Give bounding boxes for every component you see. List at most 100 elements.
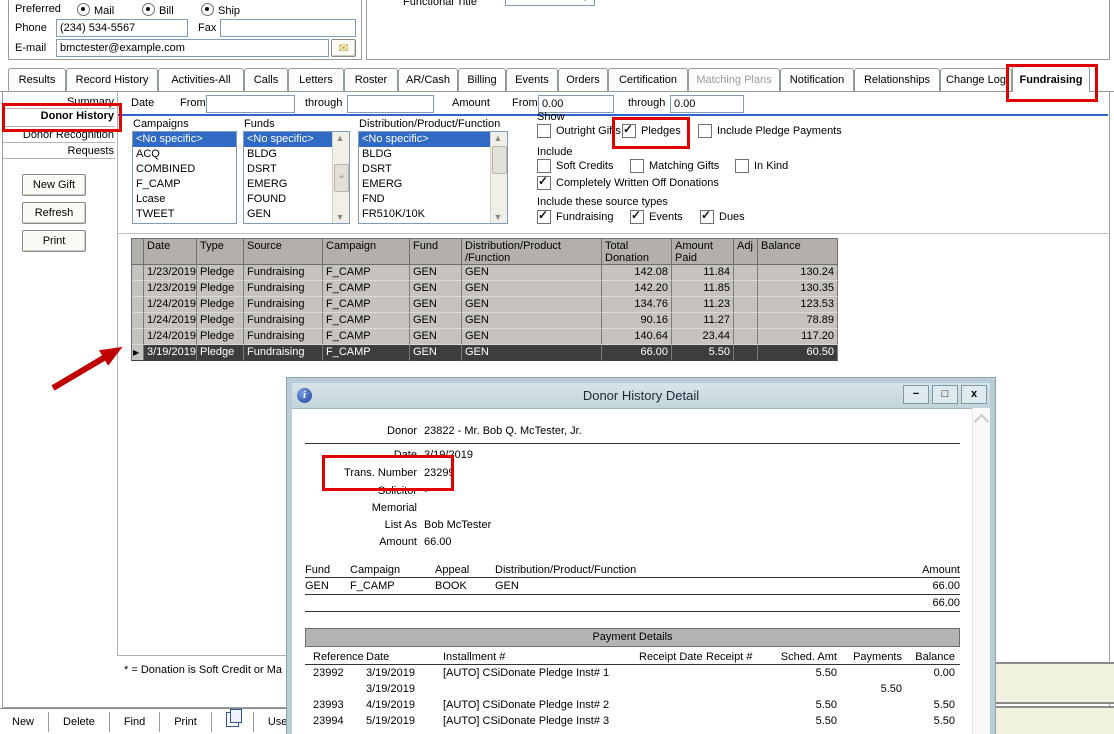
checkbox-icon[interactable]: ✓ <box>630 210 644 224</box>
list-item[interactable]: <No specific> <box>244 132 333 147</box>
checkbox-pledges[interactable]: ✓Pledges <box>622 124 681 138</box>
refresh-button[interactable]: Refresh <box>22 202 86 224</box>
row-selector[interactable] <box>132 297 144 313</box>
checkbox-icon[interactable]: ✓ <box>630 159 644 173</box>
chevron-down-icon[interactable]: ▼ <box>581 0 589 3</box>
list-item[interactable]: FR510K/5K <box>359 222 491 224</box>
list-item[interactable]: ACQ <box>133 147 236 162</box>
tab-events[interactable]: Events <box>506 68 558 92</box>
tab-notification[interactable]: Notification <box>780 68 854 92</box>
list-item[interactable]: COMBINED <box>133 162 236 177</box>
row-selector[interactable] <box>132 313 144 329</box>
maximize-button[interactable]: □ <box>932 385 958 404</box>
amount-through-field[interactable] <box>670 95 744 113</box>
checkbox-icon[interactable]: ✓ <box>537 124 551 138</box>
column-header[interactable]: Type <box>197 239 244 265</box>
fax-field[interactable] <box>220 19 356 37</box>
column-header[interactable]: Adj <box>734 239 758 265</box>
checkbox-dues[interactable]: ✓Dues <box>700 210 745 224</box>
radio-icon[interactable] <box>201 3 214 16</box>
checkbox-icon[interactable]: ✓ <box>537 176 551 190</box>
row-selector[interactable] <box>132 265 144 281</box>
column-header[interactable]: Fund <box>410 239 462 265</box>
checkbox-icon[interactable]: ✓ <box>700 210 714 224</box>
print-button[interactable]: Print <box>22 230 86 252</box>
minimize-button[interactable]: − <box>903 385 929 404</box>
list-item[interactable]: TWEET <box>133 207 236 222</box>
tab-relationships[interactable]: Relationships <box>854 68 940 92</box>
list-item[interactable]: FND <box>359 192 491 207</box>
delete-record-button[interactable]: Delete <box>51 712 107 732</box>
column-header[interactable]: Total Donation <box>602 239 672 265</box>
list-item[interactable]: Lcase <box>133 192 236 207</box>
scroll-thumb[interactable]: ≡ <box>334 164 349 192</box>
radio-icon[interactable] <box>77 3 90 16</box>
list-item[interactable]: DSRT <box>359 162 491 177</box>
column-header[interactable]: Distribution/Product /Function <box>462 239 602 265</box>
sidebar-item-donor-history[interactable]: Donor History <box>41 110 114 122</box>
dialog-scrollbar[interactable] <box>972 408 990 734</box>
checkbox-icon[interactable]: ✓ <box>537 210 551 224</box>
tab-results[interactable]: Results <box>8 68 66 92</box>
sidebar-item-summary[interactable]: Summary <box>67 96 114 108</box>
radio-icon[interactable] <box>142 3 155 16</box>
dialog-titlebar[interactable]: i Donor History Detail − □ x <box>292 383 990 409</box>
checkbox-icon[interactable]: ✓ <box>698 124 712 138</box>
tab-change-log[interactable]: Change Log <box>940 68 1012 92</box>
new-record-button[interactable]: New <box>0 712 46 732</box>
checkbox-completely-written-off[interactable]: ✓Completely Written Off Donations <box>537 176 719 190</box>
phone-field[interactable] <box>56 19 188 37</box>
row-selector[interactable] <box>132 329 144 345</box>
row-selector-arrow-icon[interactable]: ▶ <box>132 345 144 361</box>
list-item[interactable]: <No specific> <box>359 132 491 147</box>
list-item[interactable]: BLDG <box>244 147 333 162</box>
list-item[interactable]: EMERG <box>359 177 491 192</box>
column-header[interactable]: Amount Paid <box>672 239 734 265</box>
list-item[interactable]: BLDG <box>359 147 491 162</box>
date-from-field[interactable] <box>206 95 295 113</box>
checkbox-events[interactable]: ✓Events <box>630 210 683 224</box>
scrollbar[interactable]: ▲ ≡ ▼ <box>332 132 349 223</box>
find-button[interactable]: Find <box>112 712 157 732</box>
close-button[interactable]: x <box>961 385 987 404</box>
list-item[interactable]: DSRT <box>244 162 333 177</box>
list-item[interactable]: <No specific> <box>133 132 236 147</box>
list-item[interactable]: GEN <box>244 207 333 222</box>
row-selector[interactable] <box>132 281 144 297</box>
checkbox-icon[interactable]: ✓ <box>735 159 749 173</box>
checkbox-fundraising[interactable]: ✓Fundraising <box>537 210 613 224</box>
list-item[interactable]: FR510K/10K <box>359 207 491 222</box>
sidebar-item-requests[interactable]: Requests <box>68 145 114 157</box>
checkbox-icon[interactable]: ✓ <box>622 124 636 138</box>
checkbox-include-pledge-payments[interactable]: ✓Include Pledge Payments <box>698 124 842 138</box>
scroll-down-icon[interactable]: ▼ <box>493 212 503 222</box>
tab-calls[interactable]: Calls <box>244 68 288 92</box>
tab-roster[interactable]: Roster <box>344 68 398 92</box>
campaigns-listbox[interactable]: <No specific> ACQ COMBINED F_CAMP Lcase … <box>132 131 237 224</box>
tab-letters[interactable]: Letters <box>288 68 344 92</box>
tab-orders[interactable]: Orders <box>558 68 608 92</box>
email-field[interactable] <box>56 39 329 57</box>
preferred-radio-mail[interactable]: Mail <box>77 3 114 17</box>
preferred-radio-ship[interactable]: Ship <box>201 3 240 17</box>
list-item[interactable]: EMERG <box>244 177 333 192</box>
scroll-up-icon[interactable]: ▲ <box>335 133 345 143</box>
checkbox-icon[interactable]: ✓ <box>537 159 551 173</box>
column-header[interactable]: Date <box>144 239 197 265</box>
checkbox-matching-gifts[interactable]: ✓Matching Gifts <box>630 159 719 173</box>
preferred-radio-bill[interactable]: Bill <box>142 3 174 17</box>
funds-listbox[interactable]: <No specific> BLDG DSRT EMERG FOUND GEN … <box>243 131 350 224</box>
scroll-up-icon[interactable]: ▲ <box>493 133 503 143</box>
tab-activities-all[interactable]: Activities-All <box>158 68 244 92</box>
tab-fundraising[interactable]: Fundraising <box>1012 66 1090 92</box>
scroll-down-icon[interactable]: ▼ <box>335 212 345 222</box>
list-item[interactable]: FOUND <box>244 192 333 207</box>
column-header[interactable] <box>132 239 144 265</box>
copy-button[interactable] <box>214 712 251 732</box>
new-gift-button[interactable]: New Gift <box>22 174 86 196</box>
checkbox-soft-credits[interactable]: ✓Soft Credits <box>537 159 613 173</box>
column-header[interactable]: Campaign <box>323 239 410 265</box>
scroll-up-icon[interactable] <box>974 414 990 430</box>
column-header[interactable]: Source <box>244 239 323 265</box>
date-through-field[interactable] <box>347 95 434 113</box>
